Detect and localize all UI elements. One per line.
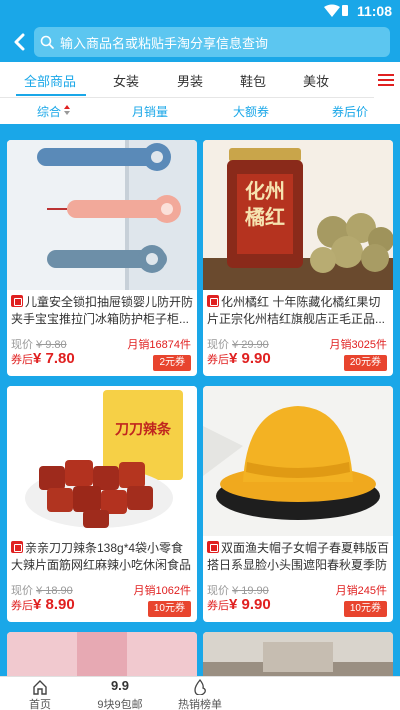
monthly-sales: 月销3025件 bbox=[329, 339, 387, 351]
product-image-partial[interactable] bbox=[203, 632, 393, 676]
product-title[interactable]: 化州橘红 十年陈藏化橘红果切片正宗化州桔红旗舰店正毛正品... bbox=[207, 294, 389, 328]
product-image-child-lock[interactable] bbox=[7, 140, 197, 290]
product-title[interactable]: 亲亲刀刀辣条138g*4袋小零食大辣片面筋网红麻辣小吃休闲食品 bbox=[11, 540, 193, 574]
active-tab-indicator bbox=[16, 94, 86, 96]
price-after-coupon: 券后¥ 9.90 bbox=[207, 350, 271, 367]
tab-all-products[interactable]: 全部商品 bbox=[24, 71, 76, 90]
product-image-spicy-strips[interactable]: 刀刀辣条 bbox=[7, 386, 197, 536]
tab-shoes-bags[interactable]: 鞋包 bbox=[240, 71, 266, 90]
svg-text:刀刀辣条: 刀刀辣条 bbox=[115, 421, 172, 438]
product-card[interactable]: 儿童安全锁扣抽屉锁婴儿防开防夹手宝宝推拉门冰箱防护柜子柜... 现价 ¥ 9.8… bbox=[7, 140, 197, 376]
tmall-badge-icon bbox=[11, 295, 23, 307]
search-input[interactable]: 输入商品名或粘贴手淘分享信息查询 bbox=[34, 27, 390, 57]
chevron-left-icon bbox=[14, 33, 25, 51]
tmall-badge-icon bbox=[207, 295, 219, 307]
sort-arrows-icon bbox=[64, 105, 70, 115]
wifi-icon bbox=[324, 4, 340, 17]
tab-nine-nine[interactable]: 9.9 9块9包邮 bbox=[80, 677, 160, 710]
hot-icon bbox=[194, 679, 206, 695]
menu-icon bbox=[378, 74, 394, 86]
coupon-badge[interactable]: 10元券 bbox=[147, 601, 191, 617]
tab-mens[interactable]: 男装 bbox=[177, 71, 203, 90]
monthly-sales: 月销16874件 bbox=[127, 339, 191, 351]
tmall-badge-icon bbox=[207, 541, 219, 553]
product-card[interactable]: 化州 橘红 化州橘红 十年陈藏化橘红果切片正宗化州桔红旗舰店正毛正品... 现价… bbox=[203, 140, 393, 376]
product-card[interactable]: 刀刀辣条 亲亲刀刀辣条138g*4袋小零食大辣片面筋网红麻辣小吃休闲食品 现价 … bbox=[7, 386, 197, 622]
tab-hot-list[interactable]: 热销榜单 bbox=[160, 677, 240, 710]
coupon-badge[interactable]: 2元券 bbox=[153, 355, 191, 371]
sort-monthly-sales[interactable]: 月销量 bbox=[132, 103, 168, 120]
battery-icon bbox=[342, 5, 348, 16]
nine-nine-icon: 9.9 bbox=[110, 678, 130, 693]
sort-composite[interactable]: 综合 bbox=[37, 103, 61, 120]
tab-hot-list-label: 热销榜单 bbox=[178, 699, 222, 710]
price-after-coupon: 券后¥ 8.90 bbox=[11, 596, 75, 613]
product-card[interactable]: 双面渔夫帽子女帽子春夏韩版百搭日系显脸小头围遮阳春秋夏季防晒 现价 ¥ 19.9… bbox=[203, 386, 393, 622]
product-image-orange-peel[interactable]: 化州 橘红 bbox=[203, 140, 393, 290]
price-after-coupon: 券后¥ 7.80 bbox=[11, 350, 75, 367]
tab-home[interactable]: 首页 bbox=[0, 677, 80, 710]
search-icon bbox=[40, 35, 54, 49]
tab-home-label: 首页 bbox=[29, 699, 51, 710]
product-card[interactable] bbox=[203, 632, 393, 676]
tab-womens[interactable]: 女装 bbox=[113, 71, 139, 90]
svg-text:化州: 化州 bbox=[245, 179, 285, 203]
product-image-bucket-hat[interactable] bbox=[203, 386, 393, 536]
product-grid: 儿童安全锁扣抽屉锁婴儿防开防夹手宝宝推拉门冰箱防护柜子柜... 现价 ¥ 9.8… bbox=[0, 124, 400, 676]
status-time: 11:08 bbox=[356, 3, 392, 19]
price-after-coupon: 券后¥ 9.90 bbox=[207, 596, 271, 613]
sort-bar: 综合 月销量 大额券 券后价 bbox=[0, 98, 400, 124]
back-button[interactable] bbox=[8, 28, 30, 56]
category-tabs: 全部商品 女装 男装 鞋包 美妆 bbox=[0, 62, 400, 98]
product-title[interactable]: 儿童安全锁扣抽屉锁婴儿防开防夹手宝宝推拉门冰箱防护柜子柜... bbox=[11, 294, 193, 328]
bottom-tab-bar: 首页 9.9 9块9包邮 热销榜单 bbox=[0, 676, 400, 710]
coupon-badge[interactable]: 10元券 bbox=[343, 601, 387, 617]
product-title[interactable]: 双面渔夫帽子女帽子春夏韩版百搭日系显脸小头围遮阳春秋夏季防晒 bbox=[207, 540, 389, 574]
tab-nine-nine-label: 9块9包邮 bbox=[97, 699, 143, 710]
status-bar: 11:08 bbox=[0, 0, 400, 22]
top-bar: 输入商品名或粘贴手淘分享信息查询 bbox=[0, 22, 400, 62]
svg-text:橘红: 橘红 bbox=[245, 205, 285, 229]
tmall-badge-icon bbox=[11, 541, 23, 553]
coupon-badge[interactable]: 20元券 bbox=[343, 355, 387, 371]
category-more-button[interactable] bbox=[374, 62, 400, 98]
sort-big-coupon[interactable]: 大额券 bbox=[233, 103, 269, 120]
monthly-sales: 月销245件 bbox=[335, 585, 387, 597]
monthly-sales: 月销1062件 bbox=[133, 585, 191, 597]
product-card[interactable] bbox=[7, 632, 197, 676]
search-placeholder: 输入商品名或粘贴手淘分享信息查询 bbox=[60, 35, 269, 51]
tab-beauty[interactable]: 美妆 bbox=[303, 71, 329, 90]
sort-price-after-coupon[interactable]: 券后价 bbox=[332, 103, 368, 120]
product-image-partial[interactable] bbox=[7, 632, 197, 676]
home-icon bbox=[33, 680, 47, 695]
